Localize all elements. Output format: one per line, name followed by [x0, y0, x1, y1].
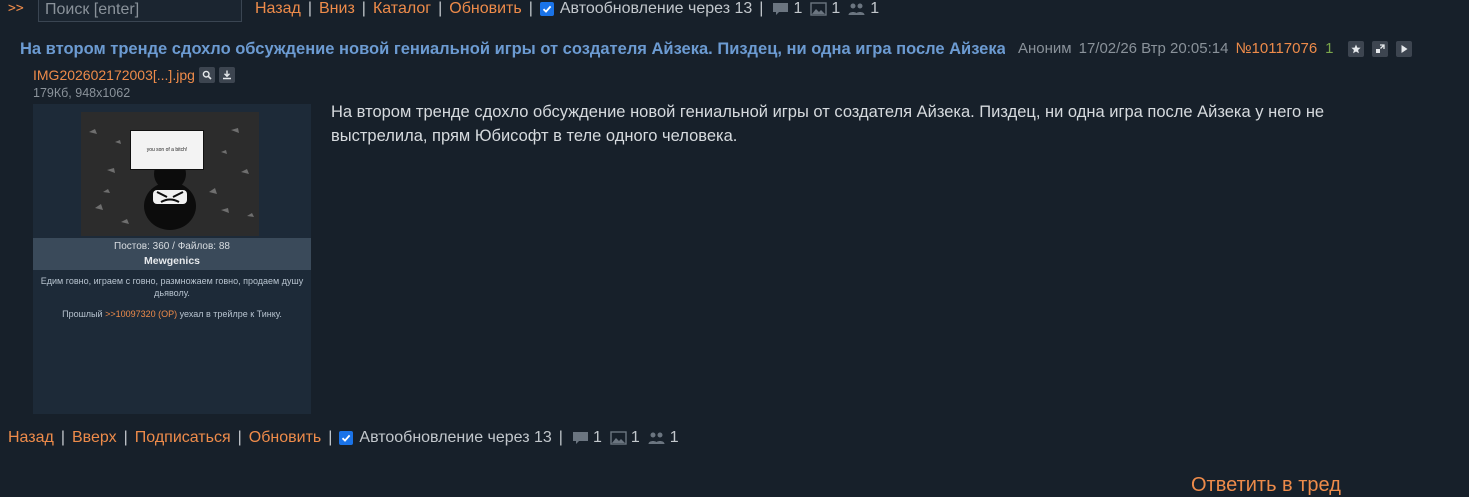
separator: |	[759, 0, 764, 17]
favorite-button[interactable]	[1347, 40, 1364, 57]
posters-counter: 1	[848, 0, 885, 18]
separator: |	[237, 429, 242, 446]
post-thumbnail[interactable]: you son of a bitch! Постов: 360 / Файлов…	[33, 104, 311, 414]
comment-icon	[773, 3, 789, 15]
users-icon	[648, 432, 665, 444]
play-icon	[1401, 44, 1408, 53]
autoupdate-label: Автообновление через 13	[559, 0, 753, 17]
thumbnail-artwork: you son of a bitch!	[81, 112, 259, 236]
separator: |	[361, 0, 366, 17]
separator: |	[558, 429, 563, 446]
bottom-navigation: Назад | Вверх | Подписаться | Обновить |…	[8, 429, 685, 447]
image-icon	[810, 2, 828, 16]
refresh-link[interactable]: Обновить	[449, 0, 521, 18]
back-link[interactable]: Назад	[8, 429, 54, 447]
image-icon	[610, 431, 627, 445]
thumbnail-stats: Постов: 360 / Файлов: 88	[114, 241, 230, 252]
posters-counter: 1	[648, 429, 685, 447]
post-meta: Аноним 17/02/26 Втр 20:05:14 №10117076 1	[1018, 40, 1412, 57]
post-body-line: выстрелила, прям Юбисофт в теле одного ч…	[331, 127, 738, 145]
file-info: 179Кб, 948x1062	[33, 86, 131, 100]
expand-button[interactable]	[1371, 40, 1388, 57]
autoupdate-checkbox[interactable]	[539, 2, 554, 16]
search-image-button[interactable]	[198, 67, 215, 83]
download-icon	[222, 70, 231, 80]
post-body: На втором тренде сдохло обсуждение новой…	[331, 100, 1466, 148]
expand-icon	[1375, 43, 1385, 53]
separator: |	[60, 429, 65, 446]
file-name-link[interactable]: IMG202602172003[...].jpg	[33, 67, 195, 83]
search-icon	[202, 70, 212, 80]
down-link[interactable]: Вниз	[319, 0, 355, 18]
post-number[interactable]: №10117076	[1235, 40, 1317, 57]
play-button[interactable]	[1395, 40, 1412, 57]
thumbnail-game-name: Mewgenics	[143, 255, 201, 267]
separator: |	[328, 429, 333, 446]
star-icon	[1350, 44, 1361, 53]
posts-counter: 1	[772, 0, 808, 18]
images-counter: 1	[810, 0, 846, 18]
thumbnail-description: Едим говно, играем с говно, размножаем г…	[40, 276, 304, 298]
post-body-line: На втором тренде сдохло обсуждение новой…	[331, 103, 1325, 121]
download-button[interactable]	[218, 67, 235, 83]
refresh-link[interactable]: Обновить	[249, 429, 321, 447]
comment-icon	[572, 432, 588, 444]
separator: |	[307, 0, 312, 17]
file-line: IMG202602172003[...].jpg	[33, 67, 235, 83]
subscribe-link[interactable]: Подписаться	[135, 429, 231, 447]
autoupdate-checkbox[interactable]	[339, 431, 354, 445]
separator: |	[528, 0, 533, 17]
separator: |	[123, 429, 128, 446]
catalog-link[interactable]: Каталог	[373, 0, 431, 18]
autoupdate-label: Автообновление через 13	[359, 429, 552, 446]
users-icon	[848, 3, 865, 15]
search-input[interactable]	[38, 0, 242, 22]
top-navigation: Назад | Вниз | Каталог | Обновить | Авто…	[255, 0, 885, 18]
reply-count[interactable]: 1	[1325, 40, 1333, 57]
thumbnail-speech-bubble: you son of a bitch!	[130, 130, 204, 170]
thumbnail-previous-thread: Прошлый >>10097320 (OP) уехал в трейлре …	[62, 309, 282, 319]
post-datetime: 17/02/26 Втр 20:05:14	[1078, 40, 1229, 57]
separator: |	[438, 0, 443, 17]
back-link[interactable]: Назад	[255, 0, 301, 18]
post-title: На втором тренде сдохло обсуждение новой…	[20, 40, 1005, 58]
images-counter: 1	[610, 429, 646, 447]
posts-counter: 1	[572, 429, 608, 447]
up-link[interactable]: Вверх	[72, 429, 117, 447]
post-author: Аноним	[1018, 40, 1072, 57]
nav-arrows[interactable]: >>	[8, 1, 24, 16]
